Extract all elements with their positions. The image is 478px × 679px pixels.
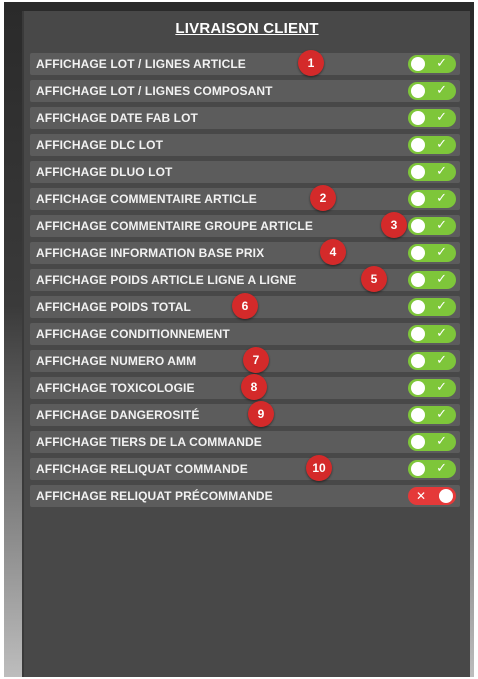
toggle-switch-on[interactable]: ✓ [408,163,456,181]
check-icon: ✓ [436,245,447,260]
setting-row: AFFICHAGE TIERS DE LA COMMANDE ✓ [30,431,460,453]
setting-row: AFFICHAGE LOT / LIGNES COMPOSANT ✓ [30,80,460,102]
toggle-switch-on[interactable]: ✓ [408,217,456,235]
setting-row: AFFICHAGE RELIQUAT PRÉCOMMANDE ✕ [30,485,460,507]
number-badge: 3 [381,212,407,238]
number-badge: 9 [248,401,274,427]
check-icon: ✓ [436,137,447,152]
setting-label: AFFICHAGE TIERS DE LA COMMANDE [36,435,262,449]
setting-row: AFFICHAGE POIDS TOTAL 6 ✓ [30,293,460,319]
check-icon: ✓ [436,218,447,233]
check-icon: ✓ [436,380,447,395]
toggle-knob [411,57,425,71]
settings-panel: LIVRAISON CLIENT AFFICHAGE LOT / LIGNES … [22,11,470,677]
setting-label: AFFICHAGE LOT / LIGNES COMPOSANT [36,84,273,98]
setting-label: AFFICHAGE LOT / LIGNES ARTICLE [36,57,246,71]
check-icon: ✓ [436,164,447,179]
setting-label: AFFICHAGE CONDITIONNEMENT [36,327,230,341]
check-icon: ✓ [436,407,447,422]
setting-row: AFFICHAGE DLC LOT ✓ [30,134,460,156]
setting-label: AFFICHAGE TOXICOLOGIE [36,381,195,395]
setting-label: AFFICHAGE RELIQUAT PRÉCOMMANDE [36,489,273,503]
setting-row: AFFICHAGE RELIQUAT COMMANDE 10 ✓ [30,455,460,481]
toggle-switch-on[interactable]: ✓ [408,82,456,100]
number-badge: 10 [306,455,332,481]
setting-label: AFFICHAGE INFORMATION BASE PRIX [36,246,265,260]
check-icon: ✓ [436,326,447,341]
setting-label: AFFICHAGE DLUO LOT [36,165,173,179]
toggle-switch-on[interactable]: ✓ [408,298,456,316]
toggle-switch-on[interactable]: ✓ [408,55,456,73]
toggle-knob [411,273,425,287]
setting-row: AFFICHAGE COMMENTAIRE GROUPE ARTICLE 3 ✓ [30,212,460,238]
number-badge: 6 [232,293,258,319]
toggle-switch-on[interactable]: ✓ [408,460,456,478]
cross-icon: ✕ [416,489,427,503]
toggle-switch-on[interactable]: ✓ [408,271,456,289]
toggle-switch-on[interactable]: ✓ [408,190,456,208]
setting-label: AFFICHAGE POIDS TOTAL [36,300,191,314]
number-badge: 4 [320,239,346,265]
number-badge: 8 [241,374,267,400]
setting-label: AFFICHAGE DLC LOT [36,138,164,152]
toggle-knob [411,462,425,476]
check-icon: ✓ [436,434,447,449]
setting-row: AFFICHAGE INFORMATION BASE PRIX 4 ✓ [30,239,460,265]
toggle-switch-on[interactable]: ✓ [408,136,456,154]
window-frame: LIVRAISON CLIENT AFFICHAGE LOT / LIGNES … [4,2,474,677]
toggle-knob [411,138,425,152]
setting-row: AFFICHAGE NUMERO AMM 7 ✓ [30,347,460,373]
setting-label: AFFICHAGE DANGEROSITÉ [36,408,200,422]
setting-label: AFFICHAGE DATE FAB LOT [36,111,198,125]
setting-row: AFFICHAGE LOT / LIGNES ARTICLE 1 ✓ [30,50,460,76]
check-icon: ✓ [436,191,447,206]
number-badge: 2 [310,185,336,211]
check-icon: ✓ [436,353,447,368]
setting-row: AFFICHAGE POIDS ARTICLE LIGNE A LIGNE 5 ✓ [30,266,460,292]
toggle-knob [411,165,425,179]
setting-label: AFFICHAGE POIDS ARTICLE LIGNE A LIGNE [36,273,297,287]
toggle-switch-off[interactable]: ✕ [408,487,456,505]
number-badge: 7 [243,347,269,373]
toggle-knob [411,327,425,341]
setting-row: AFFICHAGE DATE FAB LOT ✓ [30,107,460,129]
toggle-switch-on[interactable]: ✓ [408,325,456,343]
toggle-switch-on[interactable]: ✓ [408,244,456,262]
check-icon: ✓ [436,299,447,314]
check-icon: ✓ [436,83,447,98]
toggle-knob [411,84,425,98]
setting-label: AFFICHAGE NUMERO AMM [36,354,197,368]
toggle-knob [411,246,425,260]
setting-row: AFFICHAGE DLUO LOT ✓ [30,161,460,183]
setting-label: AFFICHAGE COMMENTAIRE ARTICLE [36,192,257,206]
toggle-knob [411,300,425,314]
settings-list: AFFICHAGE LOT / LIGNES ARTICLE 1 ✓ AFFICHAG… [30,50,460,512]
check-icon: ✓ [436,56,447,71]
toggle-switch-on[interactable]: ✓ [408,406,456,424]
toggle-knob [411,192,425,206]
number-badge: 5 [361,266,387,292]
check-icon: ✓ [436,272,447,287]
setting-row: AFFICHAGE DANGEROSITÉ 9 ✓ [30,401,460,427]
toggle-switch-on[interactable]: ✓ [408,352,456,370]
number-badge: 1 [298,50,324,76]
check-icon: ✓ [436,461,447,476]
setting-row: AFFICHAGE COMMENTAIRE ARTICLE 2 ✓ [30,185,460,211]
toggle-knob [411,354,425,368]
setting-row: AFFICHAGE CONDITIONNEMENT ✓ [30,323,460,345]
toggle-switch-on[interactable]: ✓ [408,109,456,127]
toggle-knob [439,489,453,503]
toggle-knob [411,381,425,395]
page-title: LIVRAISON CLIENT [175,20,319,37]
toggle-knob [411,111,425,125]
check-icon: ✓ [436,110,447,125]
setting-row: AFFICHAGE TOXICOLOGIE 8 ✓ [30,374,460,400]
toggle-knob [411,219,425,233]
toggle-knob [411,435,425,449]
setting-label: AFFICHAGE RELIQUAT COMMANDE [36,462,248,476]
toggle-switch-on[interactable]: ✓ [408,379,456,397]
toggle-switch-on[interactable]: ✓ [408,433,456,451]
setting-label: AFFICHAGE COMMENTAIRE GROUPE ARTICLE [36,219,313,233]
toggle-knob [411,408,425,422]
